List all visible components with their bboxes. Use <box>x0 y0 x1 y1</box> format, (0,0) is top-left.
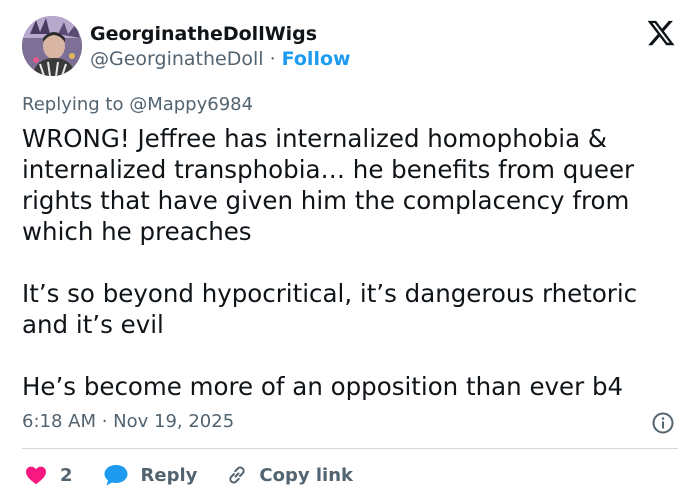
tweet-paragraph: He’s become more of an opposition than e… <box>22 372 624 401</box>
divider <box>22 448 678 449</box>
follow-button[interactable]: Follow <box>282 48 351 70</box>
tweet-text: WRONG! Jeffree has internalized homophob… <box>22 123 678 402</box>
reply-button[interactable]: Reply <box>103 463 226 487</box>
author-display-name[interactable]: GeorginatheDollWigs <box>90 22 351 46</box>
author-handle-line: @GeorginatheDoll · Follow <box>90 46 351 72</box>
copy-link-button[interactable]: Copy link <box>225 463 353 487</box>
avatar-photo-icon <box>22 16 82 76</box>
info-icon[interactable] <box>651 411 675 435</box>
copy-link-label: Copy link <box>259 464 353 486</box>
reply-label: Reply <box>140 464 198 486</box>
action-bar: 2 Reply Copy link <box>24 461 353 489</box>
replying-to: Replying to @Mappy6984 <box>22 94 254 115</box>
like-button[interactable]: 2 <box>24 463 103 487</box>
tweet-paragraph: WRONG! Jeffree has internalized homophob… <box>22 124 635 246</box>
x-logo-icon[interactable] <box>646 18 676 48</box>
like-count: 2 <box>60 464 73 486</box>
tweet-paragraph: It’s so beyond hypocritical, it’s danger… <box>22 279 638 339</box>
author-handle[interactable]: @GeorginatheDoll <box>90 48 264 70</box>
link-icon <box>229 466 246 484</box>
tweet-header: GeorginatheDollWigs @GeorginatheDoll · F… <box>22 16 682 78</box>
heart-icon <box>26 466 46 485</box>
speech-bubble-icon <box>104 465 128 486</box>
avatar[interactable] <box>22 16 82 76</box>
tweet-card: GeorginatheDollWigs @GeorginatheDoll · F… <box>0 0 700 502</box>
tweet-timestamp[interactable]: 6:18 AM · Nov 19, 2025 <box>22 410 234 434</box>
handle-separator: · <box>263 48 282 70</box>
author-block: GeorginatheDollWigs @GeorginatheDoll · F… <box>90 22 351 72</box>
